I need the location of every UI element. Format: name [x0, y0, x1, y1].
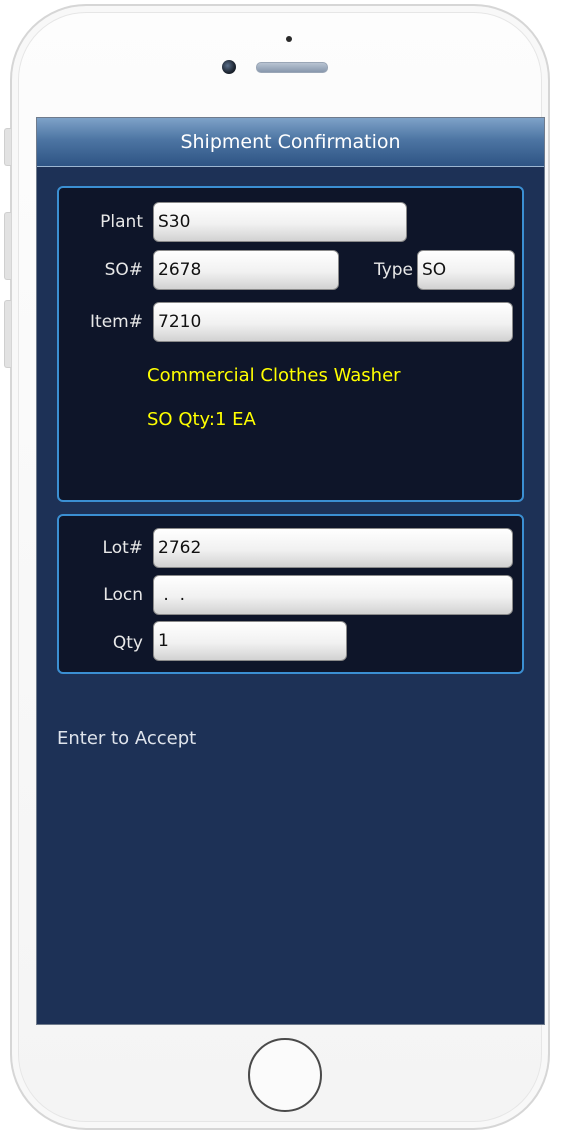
proximity-sensor [286, 36, 292, 42]
volume-down-button [4, 300, 11, 368]
location-label: Locn [103, 585, 143, 605]
quantity-field[interactable]: 1 [153, 621, 347, 661]
type-field[interactable]: SO [417, 250, 515, 290]
quantity-label: Qty [112, 633, 143, 653]
home-button[interactable] [248, 1038, 322, 1112]
plant-label: Plant [100, 212, 143, 232]
so-quantity-text: SO Qty:1 EA [147, 409, 256, 430]
lot-number-field[interactable]: 2762 [153, 528, 513, 568]
app-screen: Shipment Confirmation Plant S30 SO# 2678… [36, 117, 545, 1025]
item-number-label: Item# [90, 312, 143, 332]
location-field[interactable]: . . [153, 575, 513, 615]
so-number-field[interactable]: 2678 [153, 250, 339, 290]
mute-switch [4, 128, 11, 166]
so-number-label: SO# [104, 260, 143, 280]
type-label: Type [373, 260, 413, 280]
accept-prompt: Enter to Accept [57, 728, 197, 749]
item-number-field[interactable]: 7210 [153, 302, 513, 342]
title-bar: Shipment Confirmation [37, 118, 544, 167]
volume-up-button [4, 212, 11, 280]
earpiece-speaker [256, 62, 328, 73]
front-camera-icon [222, 60, 236, 74]
lot-number-label: Lot# [102, 538, 143, 558]
lot-location-panel: Lot# 2762 Locn . . Qty 1 [57, 514, 524, 674]
item-description: Commercial Clothes Washer [147, 365, 401, 386]
order-info-panel: Plant S30 SO# 2678 Type SO Item# 7210 Co… [57, 186, 524, 502]
plant-field[interactable]: S30 [153, 202, 407, 242]
page-title: Shipment Confirmation [180, 131, 401, 153]
